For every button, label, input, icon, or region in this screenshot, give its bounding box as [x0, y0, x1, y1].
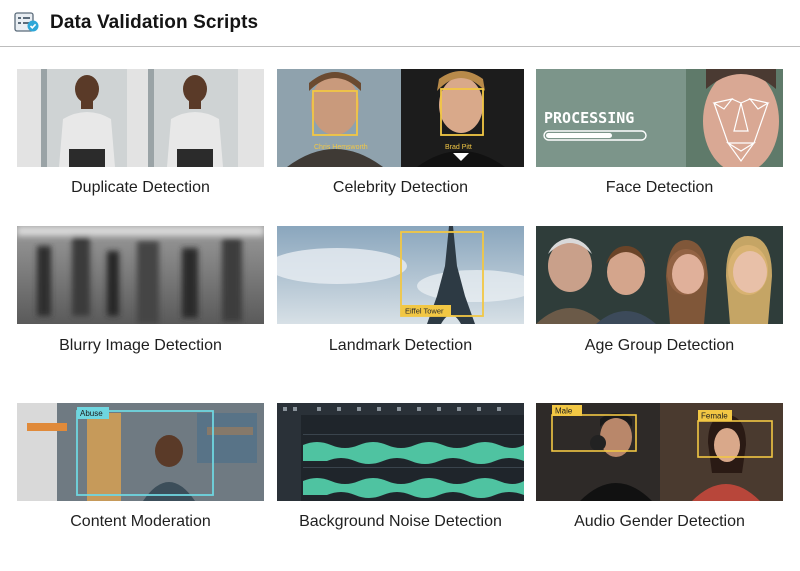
card-label: Content Moderation: [70, 513, 211, 530]
card-label: Celebrity Detection: [332, 179, 469, 196]
card-label: Blurry Image Detection: [59, 337, 222, 354]
celebrity-faces-thumbnail: Chris Hemsworth Brad Pitt: [277, 69, 524, 167]
age-group-thumbnail: [536, 226, 783, 324]
landmark-tag: Eiffel Tower: [405, 307, 444, 316]
celebrity-tag: Brad Pitt: [445, 144, 472, 151]
audio-gender-thumbnail: Male Female: [536, 403, 783, 501]
blurred-crowd-thumbnail: [17, 226, 264, 324]
celebrity-tag: Chris Hemsworth: [314, 144, 368, 151]
card-label: Face Detection: [605, 179, 714, 196]
moderation-tag: Abuse: [80, 409, 103, 418]
script-list-icon: [14, 12, 39, 32]
card-label: Background Noise Detection: [299, 513, 502, 530]
processing-text: PROCESSING: [544, 109, 634, 127]
waveform-thumbnail: [277, 403, 524, 501]
landmark-thumbnail: Eiffel Tower: [277, 226, 524, 324]
gender-tag: Male: [555, 407, 573, 416]
card-label: Audio Gender Detection: [574, 513, 745, 530]
card-label: Landmark Detection: [328, 337, 473, 354]
duplicate-photo-thumbnail: [17, 69, 264, 167]
page-title: Data Validation Scripts: [50, 12, 259, 33]
face-mesh-thumbnail: PROCESSING: [536, 69, 783, 167]
card-label: Age Group Detection: [584, 337, 735, 354]
card-label: Duplicate Detection: [71, 179, 210, 196]
gender-tag: Female: [701, 412, 728, 421]
moderation-thumbnail: Abuse: [17, 403, 264, 501]
page-header: Data Validation Scripts: [0, 0, 800, 47]
